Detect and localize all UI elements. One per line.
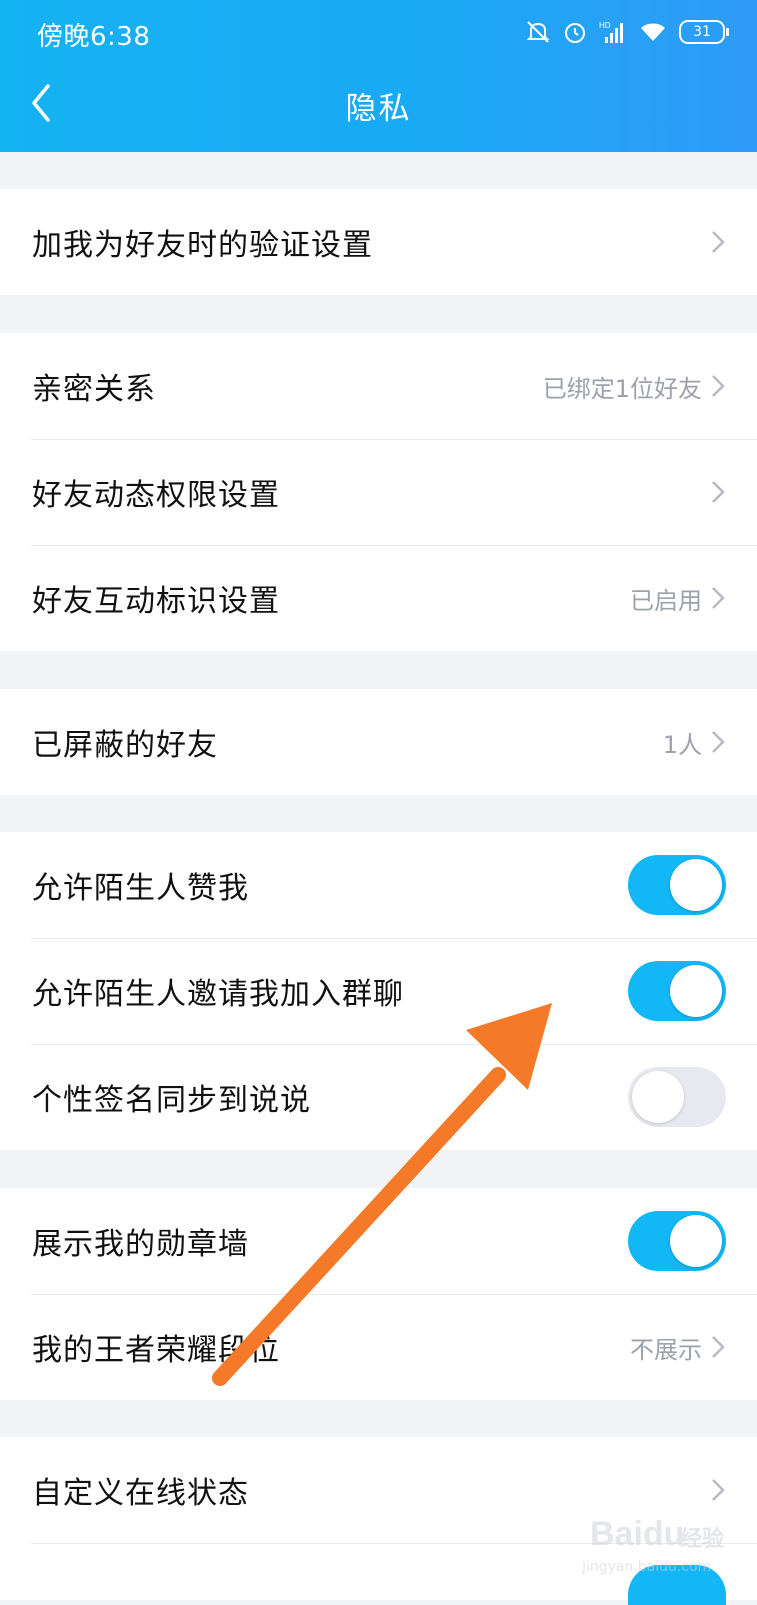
alarm-icon [563, 20, 587, 44]
row-label: 展示我的勋章墙 [32, 1227, 249, 1262]
row-allow-stranger-likes: 允许陌生人赞我 [0, 832, 757, 938]
row-value: 1人 [662, 730, 702, 759]
row-value: 不展示 [630, 1335, 702, 1364]
toggle-knob [670, 859, 722, 911]
chevron-right-icon [712, 481, 725, 503]
row-label: 加我为好友时的验证设置 [32, 228, 373, 263]
row-sync-signature: 个性签名同步到说说 [0, 1044, 757, 1150]
watermark-text: Baidu [590, 1515, 685, 1553]
row-feed-permissions[interactable]: 好友动态权限设置 [0, 439, 757, 545]
hd-badge: HD [599, 21, 611, 30]
settings-group: 展示我的勋章墙 我的王者荣耀段位 不展示 [0, 1188, 757, 1400]
chevron-right-icon [712, 231, 725, 253]
chevron-right-icon [712, 731, 725, 753]
watermark-mark: 经验 [680, 1527, 725, 1552]
row-label: 个性签名同步到说说 [32, 1083, 311, 1118]
row-label: 好友动态权限设置 [32, 478, 280, 513]
status-time: 傍晚6:38 [37, 22, 151, 52]
row-interaction-badge[interactable]: 好友互动标识设置 已启用 [0, 545, 757, 651]
badge-wall-toggle[interactable] [628, 1211, 726, 1271]
settings-group: 亲密关系 已绑定1位好友 好友动态权限设置 好友互动标识设置 已启用 [0, 333, 757, 651]
settings-group: 已屏蔽的好友 1人 [0, 689, 757, 795]
battery-icon: 31 [679, 20, 729, 44]
row-value: 已绑定1位好友 [542, 374, 702, 403]
settings-group: 加我为好友时的验证设置 [0, 189, 757, 295]
toggle-knob [632, 1071, 684, 1123]
status-icons: HD 31 [525, 17, 729, 47]
chevron-right-icon [712, 375, 725, 397]
row-label: 允许陌生人邀请我加入群聊 [32, 977, 404, 1012]
row-label: 我的王者荣耀段位 [32, 1333, 280, 1368]
row-label: 已屏蔽的好友 [32, 728, 218, 763]
row-value: 已启用 [630, 586, 702, 615]
row-allow-stranger-group-invite: 允许陌生人邀请我加入群聊 [0, 938, 757, 1044]
row-badge-wall: 展示我的勋章墙 [0, 1188, 757, 1294]
mute-icon [525, 19, 551, 45]
stranger-group-invite-toggle[interactable] [628, 961, 726, 1021]
chevron-right-icon [712, 587, 725, 609]
sync-signature-toggle[interactable] [628, 1067, 726, 1127]
row-label: 自定义在线状态 [32, 1476, 249, 1511]
baidu-watermark: Baidu 经验 jingyan.baidu.com [572, 1497, 732, 1577]
row-game-rank[interactable]: 我的王者荣耀段位 不展示 [0, 1294, 757, 1400]
watermark-sub: jingyan.baidu.com [582, 1559, 712, 1575]
row-label: 亲密关系 [32, 372, 156, 407]
toggle-knob [670, 965, 722, 1017]
settings-group: 允许陌生人赞我 允许陌生人邀请我加入群聊 个性签名同步到说说 [0, 832, 757, 1150]
signal-icon: HD [599, 19, 627, 45]
row-intimate-relationship[interactable]: 亲密关系 已绑定1位好友 [0, 333, 757, 439]
row-verification-settings[interactable]: 加我为好友时的验证设置 [0, 189, 757, 295]
app-header: 傍晚6:38 HD 31 隐私 [0, 0, 757, 152]
row-label: 允许陌生人赞我 [32, 871, 249, 906]
wifi-icon [639, 21, 667, 43]
row-blocked-friends[interactable]: 已屏蔽的好友 1人 [0, 689, 757, 795]
row-label: 好友互动标识设置 [32, 584, 280, 619]
chevron-right-icon [712, 1336, 725, 1358]
stranger-likes-toggle[interactable] [628, 855, 726, 915]
toggle-knob [670, 1215, 722, 1267]
page-title: 隐私 [345, 91, 412, 127]
